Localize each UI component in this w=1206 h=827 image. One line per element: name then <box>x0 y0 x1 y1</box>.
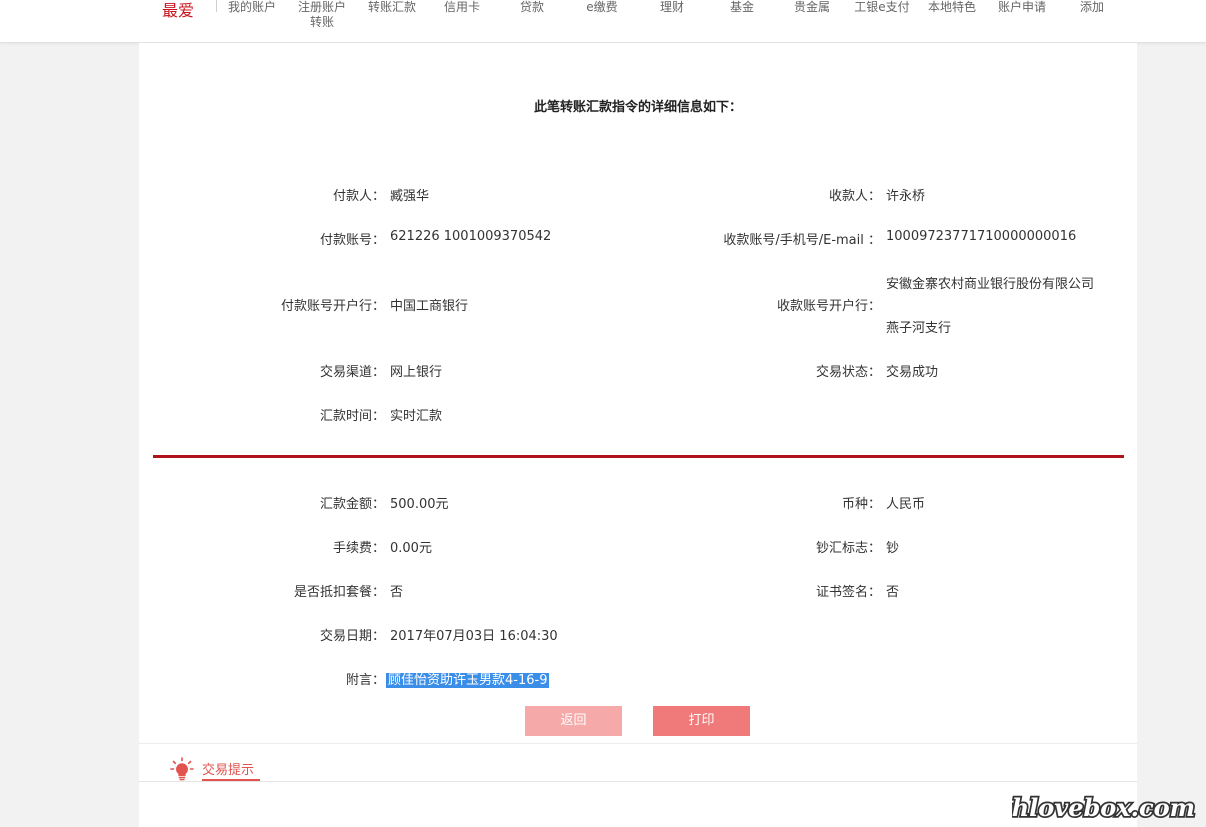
top-navigation: 最爱 我的账户 注册账户 转账 转账汇款 信用卡 贷款 e缴费 理财 基金 贵金… <box>0 0 1206 43</box>
remit-time-value: 实时汇款 <box>390 409 443 424</box>
lightbulb-icon <box>170 757 194 781</box>
nav-item-e-payment[interactable]: e缴费 <box>567 0 637 15</box>
nav-item-label-line2: 转账 <box>309 15 334 29</box>
payer-name-value: 臧强华 <box>390 189 430 204</box>
cert-value: 否 <box>886 585 900 600</box>
fee-label: 手续费： <box>332 541 385 556</box>
nav-item-transfer[interactable]: 转账汇款 <box>357 0 427 15</box>
currency-label: 币种： <box>841 497 881 512</box>
remit-time-label: 汇款时间： <box>319 409 385 424</box>
transfer-detail-panel: 此笔转账汇款指令的详细信息如下： 付款人： 臧强华 付款账号： 621226 1… <box>139 43 1137 743</box>
nav-item-loan[interactable]: 贷款 <box>497 0 567 15</box>
status-label: 交易状态： <box>815 365 881 380</box>
nav-item-icbc-epay[interactable]: 工银e支付 <box>847 0 917 15</box>
channel-label: 交易渠道： <box>319 365 385 380</box>
nav-item-label: 本地特色 <box>927 0 976 14</box>
nav-item-precious-metal[interactable]: 贵金属 <box>777 0 847 15</box>
nav-item-register-transfer[interactable]: 注册账户 转账 <box>287 0 357 30</box>
tips-border <box>139 781 1137 782</box>
package-label: 是否抵扣套餐： <box>293 585 385 600</box>
nav-item-label: e缴费 <box>586 0 618 14</box>
nav-favorite[interactable]: 最爱 <box>162 2 194 20</box>
back-button[interactable]: 返回 <box>525 706 622 736</box>
nav-item-label: 贵金属 <box>793 0 830 14</box>
nav-item-account-apply[interactable]: 账户申请 <box>987 0 1057 15</box>
nav-item-wealth[interactable]: 理财 <box>637 0 707 15</box>
fee-value: 0.00元 <box>390 541 432 556</box>
payee-account-value: 10009723771710000000016 <box>886 229 1077 244</box>
remark-text: 顾佳怡资助许玉男款4-16-9 <box>386 673 550 688</box>
nav-item-label: 我的账户 <box>227 0 276 14</box>
status-value: 交易成功 <box>886 365 939 380</box>
currency-value: 人民币 <box>886 497 926 512</box>
nav-item-my-account[interactable]: 我的账户 <box>217 0 287 15</box>
nav-item-fund[interactable]: 基金 <box>707 0 777 15</box>
date-label: 交易日期： <box>319 629 385 644</box>
nav-item-label: 信用卡 <box>443 0 480 14</box>
payee-bank-value-line2: 燕子河支行 <box>886 321 952 336</box>
section-divider <box>153 455 1124 458</box>
remark-label: 附言： <box>345 673 385 688</box>
print-button[interactable]: 打印 <box>653 706 750 736</box>
payer-account-label: 付款账号： <box>319 233 385 248</box>
cash-flag-label: 钞汇标志： <box>815 541 881 556</box>
nav-item-label: 账户申请 <box>997 0 1046 14</box>
remark-value[interactable]: 顾佳怡资助许玉男款4-16-9 <box>386 669 550 688</box>
payer-account-value: 621226 1001009370542 <box>390 229 552 244</box>
payee-bank-label: 收款账号开户行： <box>776 299 881 314</box>
payee-name-value: 许永桥 <box>886 189 926 204</box>
channel-value: 网上银行 <box>390 365 443 380</box>
payee-bank-value-line1: 安徽金寨农村商业银行股份有限公司 <box>886 277 1095 292</box>
detail-title: 此笔转账汇款指令的详细信息如下： <box>533 100 742 115</box>
payee-name-label: 收款人： <box>828 189 881 204</box>
amount-value: 500.00元 <box>390 497 449 512</box>
payer-bank-label: 付款账号开户行： <box>280 299 385 314</box>
tips-tab[interactable]: 交易提示 <box>202 759 254 778</box>
nav-item-add[interactable]: 添加 <box>1057 0 1127 15</box>
payee-account-label: 收款账号/手机号/E-mail ： <box>723 233 881 248</box>
cert-label: 证书签名： <box>815 585 881 600</box>
nav-item-label: 转账汇款 <box>367 0 416 14</box>
nav-item-label: 基金 <box>729 0 754 14</box>
nav-item-label: 添加 <box>1079 0 1104 14</box>
date-value: 2017年07月03日 16:04:30 <box>390 629 558 644</box>
nav-item-label: 注册账户 <box>297 0 346 14</box>
payer-bank-value: 中国工商银行 <box>390 299 469 314</box>
nav-item-label: 贷款 <box>519 0 544 14</box>
transaction-tips: 交易提示 <box>139 743 1137 827</box>
amount-label: 汇款金额： <box>319 497 385 512</box>
nav-item-label: 工银e支付 <box>854 0 910 14</box>
nav-item-local-feature[interactable]: 本地特色 <box>917 0 987 15</box>
nav-item-credit-card[interactable]: 信用卡 <box>427 0 497 15</box>
cash-flag-value: 钞 <box>886 541 900 556</box>
package-value: 否 <box>390 585 404 600</box>
nav-item-label: 理财 <box>659 0 684 14</box>
payer-name-label: 付款人： <box>332 189 385 204</box>
